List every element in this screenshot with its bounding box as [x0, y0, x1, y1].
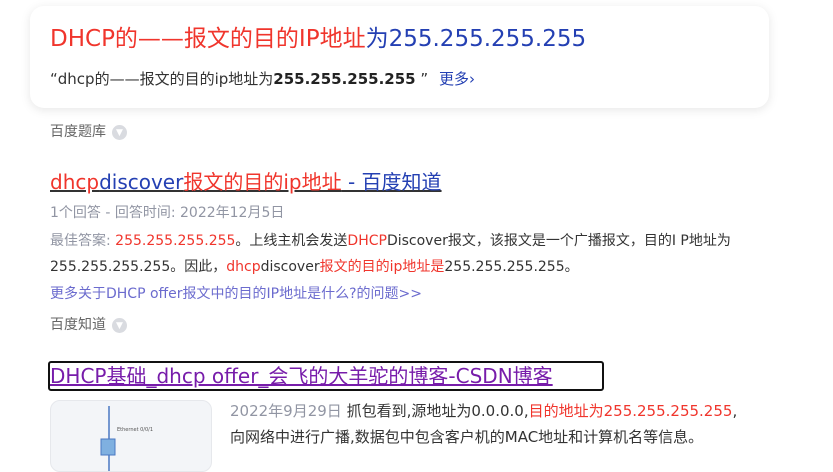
chevron-right-icon: › [468, 70, 475, 88]
snippet-highlight: 目的地址为255.255.255.255 [528, 402, 733, 420]
result-snippet: 2022年9月29日 抓包看到,源地址为0.0.0.0,目的地址为255.255… [230, 398, 790, 450]
result-date: 2022年9月29日 [230, 402, 342, 420]
source-name: 百度知道 [50, 317, 106, 333]
answer-text: 255.255.255.255。 [444, 259, 579, 275]
answer-highlight: DHCP [347, 233, 387, 249]
result-answer: 最佳答案: 255.255.255.255。上线主机会发送DHCPDiscove… [50, 228, 755, 280]
chevron-down-icon[interactable]: ▼ [112, 317, 127, 333]
answer-card-title[interactable]: DHCP的——报文的目的IP地址为255.255.255.255 [50, 24, 586, 54]
title-part: DHCP的——报文的目的IP地址 [50, 26, 366, 52]
more-label: 更多 [438, 70, 469, 88]
more-questions-link[interactable]: 更多关于DHCP offer报文中的目的IP地址是什么?的问题>> [50, 284, 422, 304]
answer-text: discover [260, 259, 320, 275]
title-part: 为 [365, 26, 389, 52]
answer-card-snippet: “dhcp的——报文的目的ip地址为255.255.255.255 ” 更多› [50, 68, 475, 90]
snippet-bold: 255.255.255.255 [273, 70, 416, 88]
network-diagram-icon: Ethernet 0/0/1 [100, 406, 153, 471]
result-title[interactable]: DHCP基础_dhcp offer_会飞的大羊驼的博客-CSDN博客 [50, 362, 553, 390]
answer-card [30, 6, 769, 108]
title-part: 报文的目的ip地址 [183, 170, 342, 194]
source-name: 百度题库 [50, 124, 106, 140]
chevron-down-icon[interactable]: ▼ [112, 124, 127, 140]
source-label[interactable]: 百度题库 ▼ [50, 122, 127, 142]
snippet-text: ” [415, 70, 429, 88]
title-part: 255.255.255.255 [388, 26, 587, 52]
result-thumbnail[interactable]: Ethernet 0/0/1 [50, 400, 212, 472]
answer-label: 最佳答案: [50, 233, 116, 249]
more-link[interactable]: 更多› [439, 70, 475, 88]
answer-text: 。上线主机会发送 [235, 233, 348, 249]
snippet-text: 向网络中进行广播,数据包中包含客户机的MAC地址和计算机名等信息。 [230, 428, 704, 446]
snippet-text: , [732, 402, 738, 420]
title-part: - 百度知道 [341, 170, 442, 194]
answer-highlight: dhcp [226, 259, 261, 275]
source-label[interactable]: 百度知道 ▼ [50, 315, 127, 335]
title-part: discover [99, 170, 184, 194]
result-title[interactable]: dhcpdiscover报文的目的ip地址 - 百度知道 [50, 168, 442, 196]
snippet-text: 抓包看到,源地址为0.0.0.0, [341, 402, 529, 420]
svg-text:Ethernet 0/0/1: Ethernet 0/0/1 [117, 427, 153, 433]
result-meta: 1个回答 - 回答时间: 2022年12月5日 [50, 205, 285, 221]
answer-highlight: 报文的目的ip地址是 [319, 259, 445, 275]
snippet-text: “dhcp的——报文的目的ip地址为 [50, 70, 274, 88]
answer-highlight: 255.255.255.255 [115, 233, 236, 249]
title-part: dhcp [50, 170, 100, 194]
